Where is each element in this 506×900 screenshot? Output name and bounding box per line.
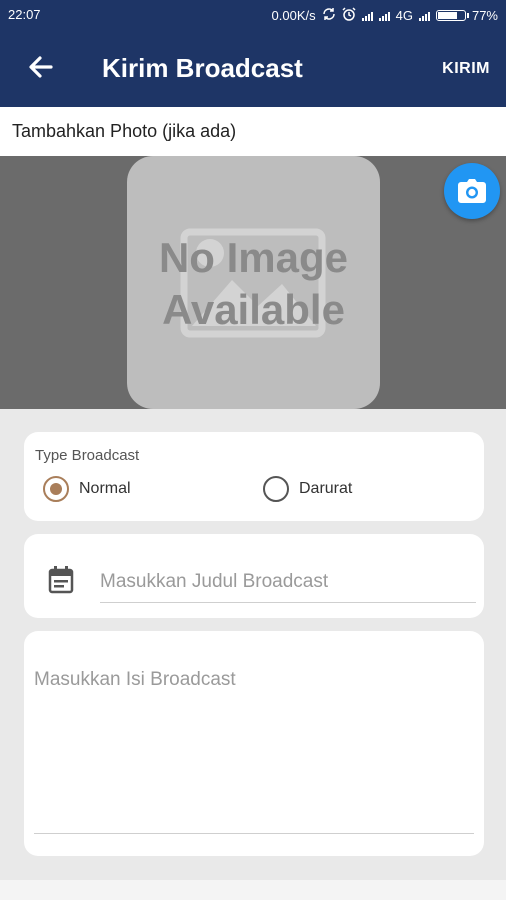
image-preview-area: No Image Available [0,156,506,409]
signal-icon [378,10,390,21]
radio-normal-label: Normal [79,480,131,497]
app-bar: Kirim Broadcast KIRIM [0,30,506,107]
radio-unchecked-icon [263,476,289,502]
sync-icon [322,7,336,24]
status-icons: 0.00K/s 4G 77% [272,7,498,24]
radio-darurat[interactable]: Darurat [263,476,352,502]
broadcast-title-input[interactable] [100,562,476,603]
broadcast-body-input[interactable] [34,669,474,834]
broadcast-title-card [24,534,484,618]
battery-percent: 77% [471,8,498,23]
signal-icon [418,10,430,21]
net-speed: 0.00K/s [271,8,316,23]
battery-fill [437,12,458,19]
broadcast-type-card: Type Broadcast Normal Darurat [24,432,484,521]
radio-normal[interactable]: Normal [43,476,131,502]
network-type: 4G [395,8,413,23]
add-photo-button[interactable] [444,163,500,219]
signal-icon [361,10,373,21]
kirim-button[interactable]: KIRIM [442,60,490,78]
broadcast-body-card [24,631,484,856]
radio-checked-icon [43,476,69,502]
back-button[interactable] [26,52,56,82]
page-title: Kirim Broadcast [102,53,303,83]
photo-label: Tambahkan Photo (jika ada) [12,121,237,141]
broadcast-type-label: Type Broadcast [35,447,140,464]
alarm-icon [342,7,356,24]
status-bar: 22:07 0.00K/s 4G 77% [0,0,506,30]
arrow-left-icon [29,56,53,78]
radio-darurat-label: Darurat [299,480,353,497]
camera-icon [458,179,486,203]
battery-icon [435,10,469,21]
calendar-icon [48,566,74,594]
status-time: 22:07 [8,7,41,22]
no-image-line-1: No Image [158,234,349,281]
photo-section-header: Tambahkan Photo (jika ada) [0,107,506,156]
no-image-placeholder: No Image Available [127,156,380,409]
no-image-line-2: Available [162,286,345,333]
bottom-strip [0,880,506,900]
no-image-text: No Image Available [127,232,380,336]
